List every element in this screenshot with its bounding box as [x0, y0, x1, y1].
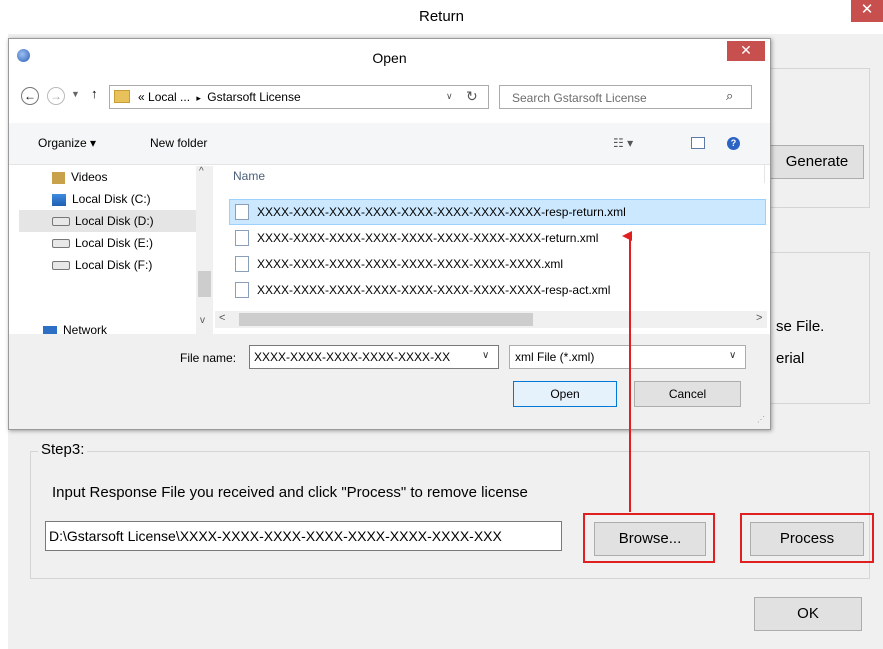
annotation-arrow	[622, 231, 632, 512]
